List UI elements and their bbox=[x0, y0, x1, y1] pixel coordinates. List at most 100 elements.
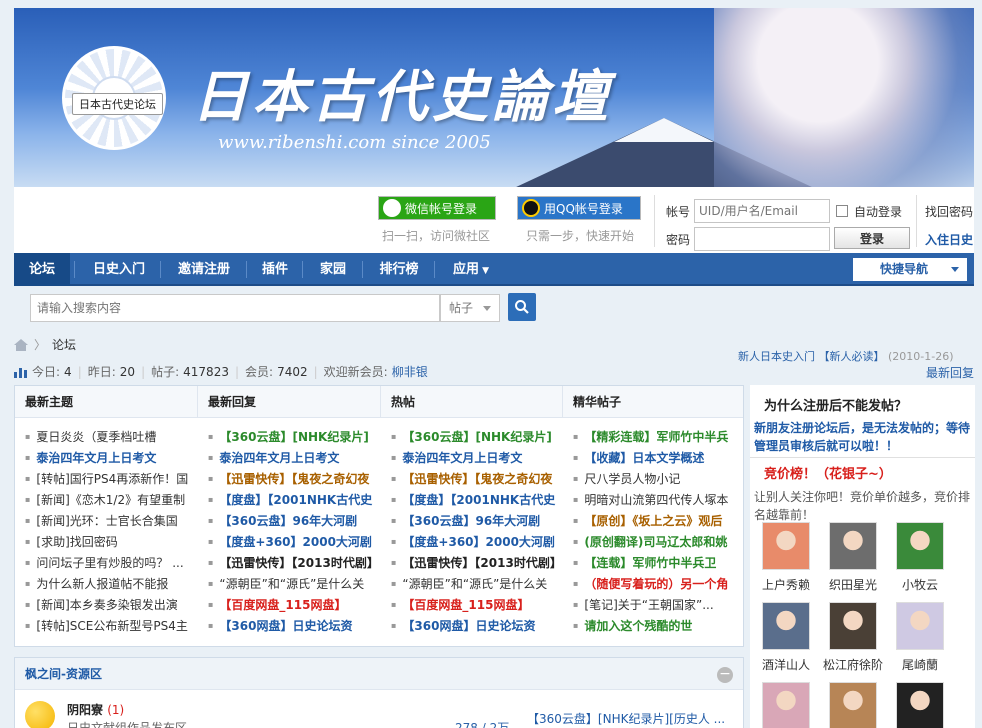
site-banner[interactable]: 日本古代史论坛 日本古代史論壇 www.ribenshi.com since 2… bbox=[14, 8, 974, 187]
thread-link[interactable]: [转帖]国行PS4再添新作！国 bbox=[25, 468, 198, 489]
avatar[interactable] bbox=[896, 602, 944, 650]
avatar[interactable] bbox=[896, 682, 944, 728]
avatar-username[interactable]: 尾崎蘭 bbox=[885, 656, 955, 673]
thread-list: 【360云盘】[NHK纪录片]泰治四年文月上日考文【迅雷快传】【鬼夜之奇幻夜【度… bbox=[198, 418, 381, 636]
thread-link[interactable]: 【迅雷快传】【2013时代剧】 bbox=[208, 552, 381, 573]
thread-link[interactable]: 泰治四年文月上日考文 bbox=[25, 447, 198, 468]
forgot-password-link[interactable]: 找回密码 bbox=[925, 203, 973, 220]
thread-link[interactable]: [新闻]本乡奏多染银发出演 bbox=[25, 594, 198, 615]
thread-link[interactable]: 【360云盘】[NHK纪录片] bbox=[208, 426, 381, 447]
avatar[interactable] bbox=[762, 522, 810, 570]
thread-link[interactable]: “源朝臣”和“源氏”是什么关 bbox=[391, 573, 563, 594]
notice-link[interactable]: 新人日本史入门 【新人必读】 (2010-1-26) bbox=[738, 348, 954, 364]
sidebar-answer[interactable]: 新朋友注册论坛后，是无法发帖的；等待管理员审核后就可以啦！！ bbox=[754, 419, 974, 455]
thread-link[interactable]: （随便写着玩的）另一个角 bbox=[573, 573, 743, 594]
nav-plugins[interactable]: 插件 bbox=[252, 253, 298, 286]
search-type-value: 帖子 bbox=[449, 301, 474, 315]
quick-nav-dropdown[interactable]: 快捷导航 bbox=[853, 258, 967, 281]
nav-home[interactable]: 家园 bbox=[308, 253, 358, 286]
thread-link[interactable]: “源朝臣”和“源氏”是什么关 bbox=[208, 573, 381, 594]
forum-last-post-link[interactable]: 【360云盘】[NHK纪录片][历史人 ... bbox=[527, 710, 725, 727]
thread-link[interactable]: [求助]找回密码 bbox=[25, 531, 198, 552]
thread-link[interactable]: 【360网盘】日史论坛资 bbox=[208, 615, 381, 636]
avatar[interactable] bbox=[762, 682, 810, 728]
thread-link[interactable]: 尺八学员人物小记 bbox=[573, 468, 743, 489]
auction-title[interactable]: 竞价榜！（花银子~） bbox=[764, 463, 892, 482]
posts-count: 417823 bbox=[183, 364, 229, 379]
avatar[interactable] bbox=[829, 522, 877, 570]
chevron-down-icon: ▼ bbox=[478, 266, 490, 276]
thread-link[interactable]: [新闻]光环：士官长合集国 bbox=[25, 510, 198, 531]
thread-link[interactable]: 【度盘+360】2000大河剧 bbox=[391, 531, 563, 552]
auto-login-checkbox[interactable] bbox=[836, 205, 848, 217]
thread-link[interactable]: [笔记]关于“王朝国家”... bbox=[573, 594, 743, 615]
login-button[interactable]: 登录 bbox=[834, 227, 910, 249]
quick-nav-label: 快捷导航 bbox=[880, 262, 929, 276]
newest-reply-link[interactable]: 最新回复 bbox=[926, 364, 974, 381]
thread-link[interactable]: 明暗对山流第四代传人塚本 bbox=[573, 489, 743, 510]
password-input[interactable] bbox=[694, 227, 830, 251]
nav-apps[interactable]: 应用 ▼ bbox=[440, 253, 502, 286]
qq-login-button[interactable]: 用QQ帐号登录 bbox=[517, 196, 641, 220]
thread-link[interactable]: 【360网盘】日史论坛资 bbox=[391, 615, 563, 636]
thread-link[interactable]: 【迅雷快传】【鬼夜之奇幻夜 bbox=[391, 468, 563, 489]
breadcrumb-current[interactable]: 论坛 bbox=[52, 336, 76, 353]
thread-link[interactable]: 【360云盘】96年大河剧 bbox=[208, 510, 381, 531]
thread-link[interactable]: 【360云盘】96年大河剧 bbox=[391, 510, 563, 531]
thread-link[interactable]: 夏日炎炎（夏季档吐槽 bbox=[25, 426, 198, 447]
thread-link[interactable]: [转帖]SCE公布新型号PS4主 bbox=[25, 615, 198, 636]
avatar[interactable] bbox=[829, 682, 877, 728]
thread-link[interactable]: 【迅雷快传】【2013时代剧】 bbox=[391, 552, 563, 573]
section-title[interactable]: 枫之间-资源区 bbox=[15, 658, 743, 690]
avatar[interactable] bbox=[896, 522, 944, 570]
account-input[interactable] bbox=[694, 199, 830, 223]
column-title: 最新主题 bbox=[15, 386, 198, 418]
wechat-login-button[interactable]: 微信帐号登录 bbox=[378, 196, 496, 220]
thread-link[interactable]: 请加入这个残酷的世 bbox=[573, 615, 743, 636]
login-bar: 微信帐号登录 扫一扫，访问微社区 用QQ帐号登录 只需一步，快速开始 帐号 自动… bbox=[14, 187, 974, 253]
thread-link[interactable]: 为什么新人报道帖不能报 bbox=[25, 573, 198, 594]
newest-member-link[interactable]: 柳非银 bbox=[392, 363, 428, 380]
nav-ranking[interactable]: 排行榜 bbox=[368, 253, 430, 286]
wechat-icon bbox=[383, 199, 401, 217]
nav-forum[interactable]: 论坛 bbox=[14, 253, 70, 286]
avatar-username[interactable]: 织田星光 bbox=[818, 576, 888, 593]
thread-link[interactable]: 【360云盘】[NHK纪录片] bbox=[391, 426, 563, 447]
qq-login-label: 用QQ帐号登录 bbox=[544, 201, 623, 216]
search-type-select[interactable]: 帖子 bbox=[440, 294, 500, 322]
nav-separator bbox=[160, 261, 161, 278]
avatar-username[interactable]: 酒洋山人 bbox=[751, 656, 821, 673]
avatar[interactable] bbox=[829, 602, 877, 650]
thread-link[interactable]: 【精彩连载】军师竹中半兵 bbox=[573, 426, 743, 447]
thread-link[interactable]: 【度盘】【2001NHK古代史 bbox=[208, 489, 381, 510]
breadcrumb: 〉 论坛 bbox=[14, 336, 76, 353]
thread-link[interactable]: (原创翻译)司马辽太郎和姚 bbox=[573, 531, 743, 552]
thread-link[interactable]: 泰治四年文月上日考文 bbox=[391, 447, 563, 468]
thread-link[interactable]: 问问坛子里有炒股的吗？ ... bbox=[25, 552, 198, 573]
search-input[interactable] bbox=[30, 294, 440, 322]
search-bar: 帖子 bbox=[14, 288, 974, 330]
thread-link[interactable]: 泰治四年文月上日考文 bbox=[208, 447, 381, 468]
thread-link[interactable]: 【度盘+360】2000大河剧 bbox=[208, 531, 381, 552]
thread-link[interactable]: 【度盘】【2001NHK古代史 bbox=[391, 489, 563, 510]
thread-link[interactable]: [新闻]《恋木1/2》有望重制 bbox=[25, 489, 198, 510]
thread-link[interactable]: 【百度网盘_115网盘】 bbox=[391, 594, 563, 615]
avatar-username[interactable]: 上户秀赖 bbox=[751, 576, 821, 593]
home-icon[interactable] bbox=[14, 338, 28, 351]
signup-link[interactable]: 入住日史 bbox=[925, 231, 973, 248]
thread-link[interactable]: 【原创】《坂上之云》观后 bbox=[573, 510, 743, 531]
avatar-username[interactable]: 小牧云 bbox=[885, 576, 955, 593]
nav-invite[interactable]: 邀请注册 bbox=[166, 253, 242, 286]
forum-status-icon bbox=[25, 701, 55, 728]
forum-name-link[interactable]: 阴阳寮 (1) bbox=[67, 701, 124, 718]
search-button[interactable] bbox=[508, 293, 536, 321]
thread-link[interactable]: 【百度网盘_115网盘】 bbox=[208, 594, 381, 615]
thread-link[interactable]: 【连载】军师竹中半兵卫 bbox=[573, 552, 743, 573]
mountain-snowcap-graphic bbox=[614, 118, 714, 142]
thread-link[interactable]: 【收藏】日本文学概述 bbox=[573, 447, 743, 468]
avatar[interactable] bbox=[762, 602, 810, 650]
nav-intro[interactable]: 日史入门 bbox=[80, 253, 158, 286]
collapse-icon[interactable]: − bbox=[717, 667, 733, 683]
thread-link[interactable]: 【迅雷快传】【鬼夜之奇幻夜 bbox=[208, 468, 381, 489]
avatar-username[interactable]: 松江府徐阶 bbox=[818, 656, 888, 673]
